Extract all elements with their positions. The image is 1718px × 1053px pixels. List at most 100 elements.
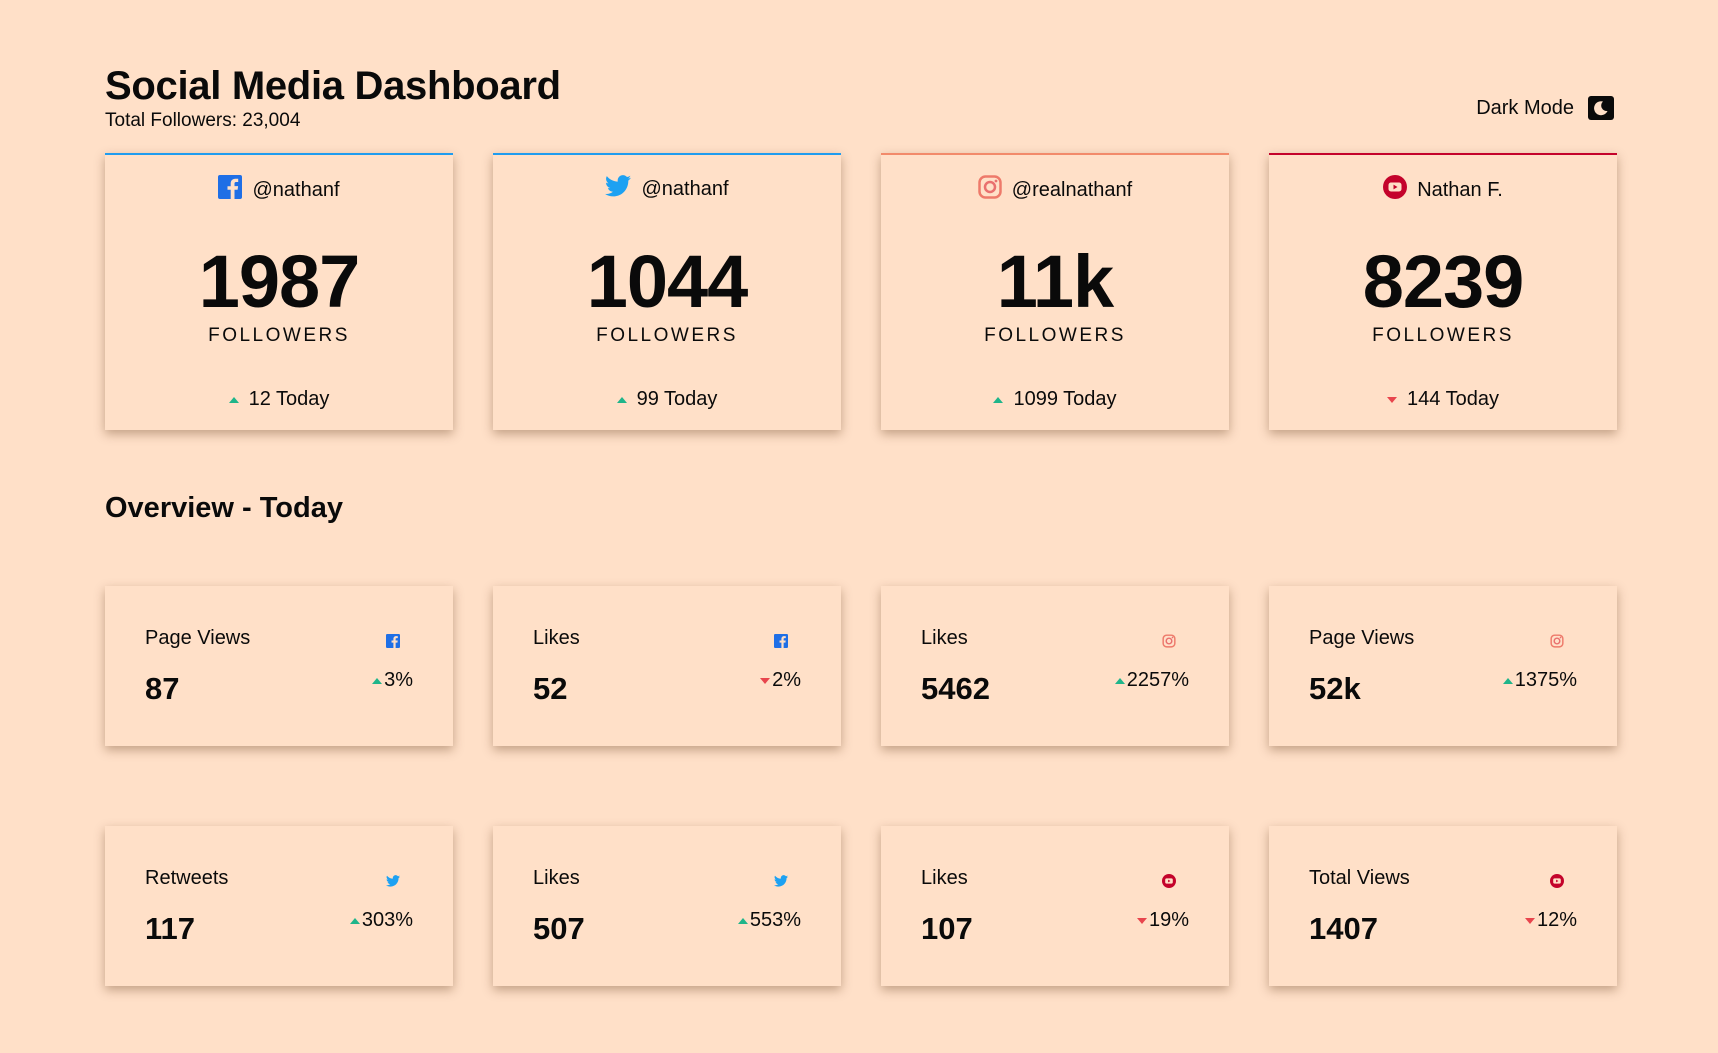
facebook-icon (774, 634, 788, 648)
overview-card[interactable]: Page Views 52k 1375% (1269, 586, 1617, 746)
overview-row: Page Views 87 3% Likes 52 2% Likes 5462 … (105, 586, 1617, 746)
metric-change: 553% (737, 909, 801, 932)
change-text: 2257% (1126, 669, 1189, 691)
arrow-down-icon (1136, 917, 1147, 924)
arrow-up-icon (616, 396, 627, 403)
handle-text: Nathan F. (1417, 178, 1503, 201)
today-change: 1099 Today (881, 388, 1229, 411)
follower-card-twitter[interactable]: @nathanf 1044 FOLLOWERS 99 Today (493, 153, 841, 430)
card-handle: @nathanf (105, 175, 453, 205)
arrow-up-icon (993, 396, 1004, 403)
follower-count: 11k (996, 240, 1114, 323)
metric-label: Page Views (1309, 627, 1415, 649)
arrow-down-icon (1387, 396, 1398, 403)
dark-mode-toggle[interactable]: Dark Mode (1476, 96, 1614, 120)
arrow-up-icon (737, 917, 748, 924)
handle-text: @nathanf (641, 177, 729, 200)
arrow-down-icon (1524, 917, 1535, 924)
today-text: 12 Today (248, 388, 330, 410)
follower-card-youtube[interactable]: Nathan F. 8239 FOLLOWERS 144 Today (1269, 153, 1617, 430)
follower-card-facebook[interactable]: @nathanf 1987 FOLLOWERS 12 Today (105, 153, 453, 430)
total-followers: Total Followers: 23,004 (105, 110, 301, 131)
dashboard-page: Social Media Dashboard Total Followers: … (0, 0, 1718, 1053)
metric-change: 2% (760, 669, 801, 692)
metric-change: 1375% (1502, 669, 1577, 692)
card-handle: @realnathanf (881, 175, 1229, 205)
today-change: 12 Today (105, 388, 453, 411)
facebook-icon (218, 175, 243, 205)
page-title: Social Media Dashboard (105, 64, 561, 108)
follower-count: 1044 (586, 240, 749, 323)
overview-card[interactable]: Likes 507 553% (493, 826, 841, 986)
twitter-icon (774, 874, 788, 888)
follower-count: 1987 (198, 240, 361, 323)
overview-card[interactable]: Likes 5462 2257% (881, 586, 1229, 746)
metric-label: Likes (533, 867, 580, 889)
followers-label: FOLLOWERS (596, 325, 738, 346)
metric-value: 117 (145, 911, 196, 946)
metric-value: 5462 (921, 671, 990, 706)
arrow-up-icon (1114, 677, 1125, 684)
follower-card-instagram[interactable]: @realnathanf 11k FOLLOWERS 1099 Today (881, 153, 1229, 430)
youtube-icon (1162, 874, 1176, 888)
twitter-icon (605, 175, 632, 203)
change-text: 19% (1148, 909, 1189, 931)
arrow-down-icon (760, 677, 771, 684)
handle-text: @nathanf (252, 178, 340, 201)
change-text: 12% (1536, 909, 1577, 931)
metric-value: 507 (533, 911, 585, 946)
instagram-icon (1162, 634, 1176, 648)
metric-label: Likes (921, 627, 968, 649)
metric-label: Likes (921, 867, 968, 889)
followers-label: FOLLOWERS (208, 325, 350, 346)
card-handle: Nathan F. (1269, 175, 1617, 205)
overview-card[interactable]: Total Views 1407 12% (1269, 826, 1617, 986)
metric-change: 303% (349, 909, 413, 932)
arrow-up-icon (1502, 677, 1513, 684)
dark-mode-label: Dark Mode (1476, 96, 1574, 119)
change-text: 2% (772, 669, 801, 691)
moon-icon[interactable] (1588, 96, 1614, 120)
today-text: 1099 Today (1013, 388, 1117, 410)
change-text: 1375% (1514, 669, 1577, 691)
metric-value: 1407 (1309, 911, 1378, 946)
today-change: 144 Today (1269, 388, 1617, 411)
today-text: 99 Today (636, 388, 718, 410)
metric-change: 2257% (1114, 669, 1189, 692)
twitter-icon (386, 874, 400, 888)
metric-value: 52k (1309, 671, 1361, 706)
follower-count: 8239 (1362, 240, 1525, 323)
metric-label: Likes (533, 627, 580, 649)
change-text: 303% (361, 909, 413, 931)
overview-row: Retweets 117 303% Likes 507 553% Likes 1… (105, 826, 1617, 986)
header: Social Media Dashboard Total Followers: … (105, 62, 561, 132)
change-text: 3% (384, 669, 413, 691)
metric-change: 19% (1136, 909, 1189, 932)
today-change: 99 Today (493, 388, 841, 411)
today-text: 144 Today (1407, 388, 1499, 410)
youtube-icon (1383, 175, 1408, 205)
metric-value: 52 (533, 671, 568, 706)
metric-value: 87 (145, 671, 180, 706)
metric-change: 12% (1524, 909, 1577, 932)
overview-card[interactable]: Retweets 117 303% (105, 826, 453, 986)
arrow-up-icon (372, 677, 383, 684)
metric-label: Page Views (145, 627, 251, 649)
arrow-up-icon (228, 396, 239, 403)
instagram-icon (1550, 634, 1564, 648)
youtube-icon (1550, 874, 1564, 888)
overview-card[interactable]: Likes 52 2% (493, 586, 841, 746)
overview-card[interactable]: Likes 107 19% (881, 826, 1229, 986)
follower-cards: @nathanf 1987 FOLLOWERS 12 Today @nathan… (105, 153, 1617, 430)
arrow-up-icon (349, 917, 360, 924)
overview-card[interactable]: Page Views 87 3% (105, 586, 453, 746)
overview-title: Overview - Today (105, 492, 343, 524)
followers-label: FOLLOWERS (1372, 325, 1514, 346)
metric-value: 107 (921, 911, 973, 946)
metric-label: Retweets (145, 867, 229, 889)
followers-label: FOLLOWERS (984, 325, 1126, 346)
card-handle: @nathanf (493, 175, 841, 203)
instagram-icon (978, 175, 1002, 205)
handle-text: @realnathanf (1011, 178, 1133, 201)
metric-label: Total Views (1309, 867, 1410, 889)
